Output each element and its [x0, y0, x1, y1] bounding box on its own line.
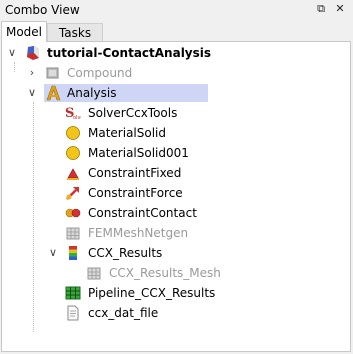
- tree-item-pipeline[interactable]: Pipeline_CCX_Results: [2, 283, 350, 303]
- tree-item-solver[interactable]: S olver SolverCcxTools: [2, 103, 350, 123]
- text-file-icon: [65, 305, 81, 321]
- analysis-icon: [45, 85, 61, 101]
- tree-item-label: ccx_dat_file: [88, 306, 159, 320]
- tree-item-label: ConstraintFixed: [88, 166, 182, 180]
- tree-item-analysis[interactable]: ∨ Analysis: [2, 83, 350, 103]
- svg-text:olver: olver: [73, 115, 81, 121]
- tree-item-label: MaterialSolid001: [88, 146, 189, 160]
- window-title: Combo View: [5, 3, 80, 17]
- tree-item-material[interactable]: MaterialSolid001: [2, 143, 350, 163]
- chevron-down-icon[interactable]: ∨: [47, 245, 59, 261]
- tree-item-label: tutorial-ContactAnalysis: [47, 46, 212, 60]
- solver-icon: S olver: [65, 105, 86, 121]
- chevron-right-icon[interactable]: ›: [26, 65, 38, 81]
- tab-tasks[interactable]: Tasks: [47, 23, 103, 41]
- tree-item-label: Pipeline_CCX_Results: [88, 286, 216, 300]
- material-icon: [65, 145, 81, 161]
- mesh-icon: [86, 265, 102, 281]
- chevron-down-icon[interactable]: ∨: [26, 85, 38, 101]
- tree-item-constraint-fixed[interactable]: ConstraintFixed: [2, 163, 350, 183]
- tree-item-mesh[interactable]: FEMMeshNetgen: [2, 223, 350, 243]
- tree-item-label: MaterialSolid: [88, 126, 166, 140]
- constraint-force-icon: [65, 185, 81, 201]
- constraint-fixed-icon: [65, 165, 81, 181]
- tree-item-label: ConstraintContact: [88, 206, 197, 220]
- chevron-down-icon[interactable]: ∨: [6, 45, 18, 61]
- document-icon: [25, 45, 41, 61]
- tree-item-root[interactable]: ∨ tutorial-ContactAnalysis: [2, 43, 350, 63]
- tree-item-results-mesh[interactable]: CCX_Results_Mesh: [2, 263, 350, 283]
- tree-item-results[interactable]: ∨ CCX_Results: [2, 243, 350, 263]
- results-icon: [65, 245, 81, 261]
- title-bar: Combo View ⧉ ✕: [0, 0, 353, 20]
- tree-item-label: ConstraintForce: [88, 186, 183, 200]
- tree-item-label: CCX_Results_Mesh: [109, 266, 221, 280]
- tree-view[interactable]: ∨ tutorial-ContactAnalysis › Compound ∨: [1, 41, 351, 352]
- tree-item-dat-file[interactable]: ccx_dat_file: [2, 303, 350, 323]
- float-icon[interactable]: ⧉: [314, 2, 328, 16]
- close-icon[interactable]: ✕: [333, 2, 347, 16]
- compound-icon: [45, 65, 61, 81]
- tree-item-label: Compound: [67, 66, 133, 80]
- tree-item-constraint-force[interactable]: ConstraintForce: [2, 183, 350, 203]
- tree-item-label: FEMMeshNetgen: [88, 226, 189, 240]
- tree-item-constraint-contact[interactable]: ConstraintContact: [2, 203, 350, 223]
- constraint-contact-icon: [65, 205, 81, 221]
- tab-bar: Model Tasks: [0, 21, 353, 42]
- tree-item-compound[interactable]: › Compound: [2, 63, 350, 83]
- tree-item-label: CCX_Results: [88, 246, 163, 260]
- tree-item-material[interactable]: MaterialSolid: [2, 123, 350, 143]
- tree-item-label: Analysis: [67, 86, 117, 100]
- material-icon: [65, 125, 81, 141]
- tab-model[interactable]: Model: [1, 21, 47, 42]
- pipeline-icon: [65, 285, 81, 301]
- mesh-icon: [65, 225, 81, 241]
- tree-item-label: SolverCcxTools: [88, 106, 178, 120]
